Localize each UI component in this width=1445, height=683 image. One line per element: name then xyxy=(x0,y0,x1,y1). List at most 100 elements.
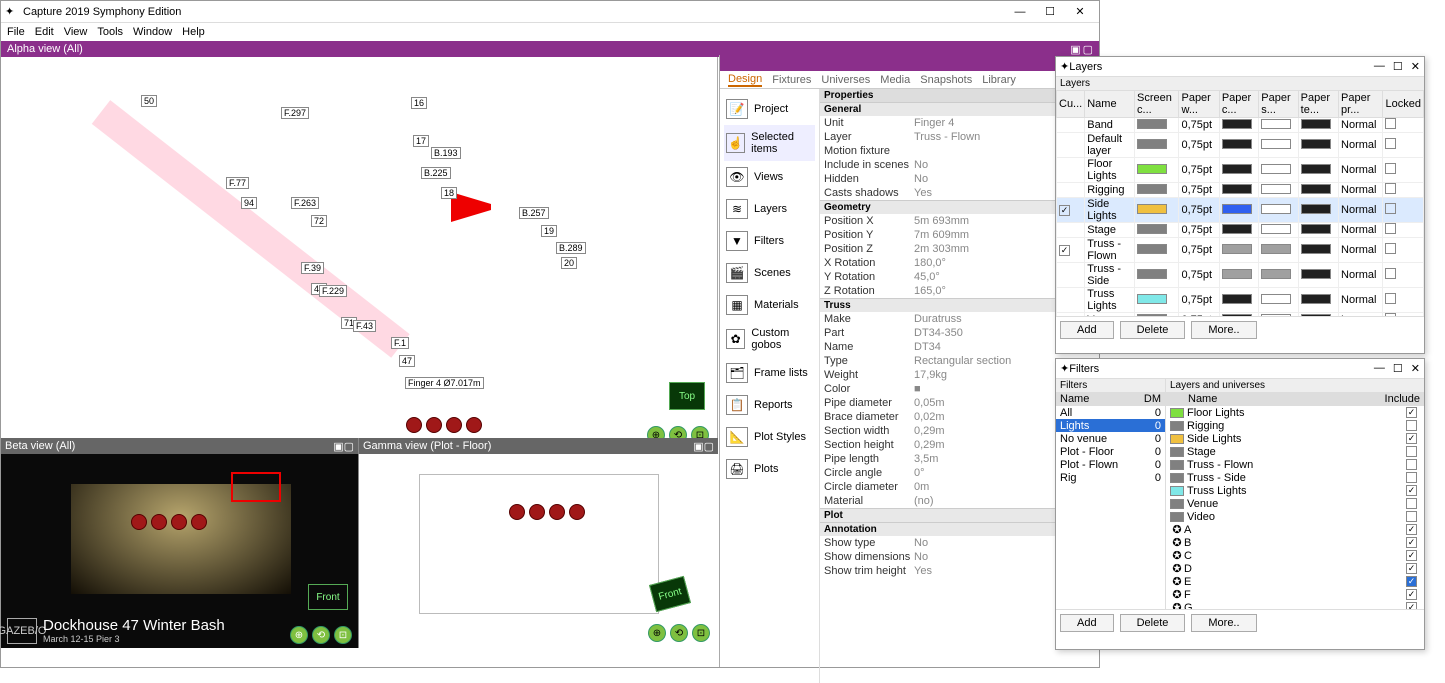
tab-media[interactable]: Media xyxy=(880,74,910,86)
filter-layer-row[interactable]: ✪E✓ xyxy=(1166,575,1424,588)
view-orientation-badge[interactable]: Top xyxy=(669,382,705,410)
paper-priority[interactable]: Normal xyxy=(1339,198,1383,223)
filter-row[interactable]: Plot - Floor0 xyxy=(1056,445,1165,458)
paper-text-swatch[interactable] xyxy=(1301,184,1331,194)
close-button[interactable]: ✕ xyxy=(1065,2,1095,22)
col-header[interactable]: Locked xyxy=(1383,91,1424,118)
maximize-button[interactable]: ☐ xyxy=(1393,60,1403,73)
view-settings-icon[interactable]: ▣ xyxy=(333,441,343,453)
more-button[interactable]: More.. xyxy=(1191,321,1256,339)
filter-layer-row[interactable]: Rigging xyxy=(1166,419,1424,432)
filter-layer-row[interactable]: Side Lights✓ xyxy=(1166,432,1424,445)
filters-list[interactable]: Filters NameDM All0Lights0No venue0Plot … xyxy=(1056,379,1166,609)
filter-layer-row[interactable]: Video xyxy=(1166,510,1424,523)
include-checkbox[interactable]: ✓ xyxy=(1406,524,1417,535)
minimize-button[interactable]: — xyxy=(1005,2,1035,22)
nav-plot-styles[interactable]: 📐Plot Styles xyxy=(724,421,815,453)
maximize-button[interactable]: ☐ xyxy=(1393,362,1403,375)
filter-row[interactable]: Plot - Flown0 xyxy=(1056,458,1165,471)
include-checkbox[interactable] xyxy=(1406,498,1417,509)
filter-layer-row[interactable]: ✪A✓ xyxy=(1166,523,1424,536)
view-max-icon[interactable]: ▢ xyxy=(1083,44,1093,56)
paper-weight[interactable]: 0,75pt xyxy=(1179,158,1219,183)
paper-weight[interactable]: 0,75pt xyxy=(1179,288,1219,313)
paper-weight[interactable]: 0,75pt xyxy=(1179,198,1219,223)
paper-priority[interactable]: Normal xyxy=(1339,288,1383,313)
delete-button[interactable]: Delete xyxy=(1120,614,1186,632)
close-button[interactable]: ✕ xyxy=(1411,362,1420,375)
filter-layer-row[interactable]: Truss - Side xyxy=(1166,471,1424,484)
layer-row[interactable]: ✓Truss - Flown0,75ptNormal xyxy=(1057,238,1424,263)
tab-fixtures[interactable]: Fixtures xyxy=(772,74,811,86)
nav-custom-gobos[interactable]: ✿Custom gobos xyxy=(724,321,815,357)
paper-stroke-swatch[interactable] xyxy=(1261,164,1291,174)
plot-label[interactable]: B.257 xyxy=(519,207,549,219)
include-checkbox[interactable] xyxy=(1406,446,1417,457)
view-settings-icon[interactable]: ▣ xyxy=(693,441,703,453)
plot-label[interactable]: 18 xyxy=(441,187,457,199)
screen-color-swatch[interactable] xyxy=(1137,269,1167,279)
paper-text-swatch[interactable] xyxy=(1301,244,1331,254)
screen-color-swatch[interactable] xyxy=(1137,314,1167,317)
plot-label[interactable]: F.1 xyxy=(391,337,409,349)
delete-button[interactable]: Delete xyxy=(1120,321,1186,339)
alpha-viewport[interactable]: 50F.2971617B.193B.22518F.7794F.26372B.25… xyxy=(1,57,718,452)
plot-label[interactable]: F.297 xyxy=(281,107,309,119)
paper-priority[interactable]: Normal xyxy=(1339,183,1383,198)
filter-layer-row[interactable]: ✪B✓ xyxy=(1166,536,1424,549)
nav-views[interactable]: 👁Views xyxy=(724,161,815,193)
plot-label[interactable]: B.225 xyxy=(421,167,451,179)
plot-label[interactable]: F.39 xyxy=(301,262,324,274)
layer-row[interactable]: Default layer0,75ptNormal xyxy=(1057,133,1424,158)
locked-checkbox[interactable] xyxy=(1385,293,1396,304)
locked-checkbox[interactable] xyxy=(1385,313,1396,316)
locked-checkbox[interactable] xyxy=(1385,183,1396,194)
paper-priority[interactable]: Normal xyxy=(1339,263,1383,288)
layer-row[interactable]: Band0,75ptNormal xyxy=(1057,118,1424,133)
viewport-tool[interactable] xyxy=(131,514,147,530)
locked-checkbox[interactable] xyxy=(1385,243,1396,254)
screen-color-swatch[interactable] xyxy=(1137,244,1167,254)
nav-scenes[interactable]: 🎬Scenes xyxy=(724,257,815,289)
filter-row[interactable]: Rig0 xyxy=(1056,471,1165,484)
paper-color-swatch[interactable] xyxy=(1222,314,1252,317)
paper-color-swatch[interactable] xyxy=(1222,244,1252,254)
gamma-viewport[interactable]: Gamma view (Plot - Floor) ▣▢ Front ⊕ ⟲ ⊡ xyxy=(359,438,718,648)
paper-stroke-swatch[interactable] xyxy=(1261,244,1291,254)
paper-priority[interactable]: Normal xyxy=(1339,238,1383,263)
screen-color-swatch[interactable] xyxy=(1137,204,1167,214)
viewport-tool[interactable] xyxy=(446,417,462,433)
add-button[interactable]: Add xyxy=(1060,321,1114,339)
paper-color-swatch[interactable] xyxy=(1222,294,1252,304)
paper-weight[interactable]: 0,75pt xyxy=(1179,133,1219,158)
plot-label[interactable]: F.229 xyxy=(319,285,347,297)
screen-color-swatch[interactable] xyxy=(1137,119,1167,129)
include-checkbox[interactable] xyxy=(1406,472,1417,483)
nav-selected-items[interactable]: ☝Selected items xyxy=(724,125,815,161)
filter-layer-row[interactable]: Stage xyxy=(1166,445,1424,458)
paper-text-swatch[interactable] xyxy=(1301,119,1331,129)
minimize-button[interactable]: — xyxy=(1374,362,1385,375)
add-button[interactable]: Add xyxy=(1060,614,1114,632)
locked-checkbox[interactable] xyxy=(1385,223,1396,234)
paper-color-swatch[interactable] xyxy=(1222,119,1252,129)
view-settings-icon[interactable]: ▣ xyxy=(1070,44,1080,56)
paper-text-swatch[interactable] xyxy=(1301,269,1331,279)
filter-layer-row[interactable]: Truss Lights✓ xyxy=(1166,484,1424,497)
paper-priority[interactable]: Normal xyxy=(1339,223,1383,238)
paper-color-swatch[interactable] xyxy=(1222,204,1252,214)
include-checkbox[interactable]: ✓ xyxy=(1406,537,1417,548)
tab-snapshots[interactable]: Snapshots xyxy=(920,74,972,86)
paper-priority[interactable]: Normal xyxy=(1339,133,1383,158)
nav-tool[interactable]: ⟲ xyxy=(312,626,330,644)
col-header[interactable]: Paper pr... xyxy=(1339,91,1383,118)
plot-label[interactable]: 19 xyxy=(541,225,557,237)
layer-row[interactable]: Rigging0,75ptNormal xyxy=(1057,183,1424,198)
view-max-icon[interactable]: ▢ xyxy=(704,441,714,453)
plot-label[interactable]: 20 xyxy=(561,257,577,269)
menu-file[interactable]: File xyxy=(7,26,25,38)
include-checkbox[interactable] xyxy=(1406,459,1417,470)
paper-priority[interactable]: Normal xyxy=(1339,118,1383,133)
filter-layer-row[interactable]: Truss - Flown xyxy=(1166,458,1424,471)
paper-stroke-swatch[interactable] xyxy=(1261,204,1291,214)
